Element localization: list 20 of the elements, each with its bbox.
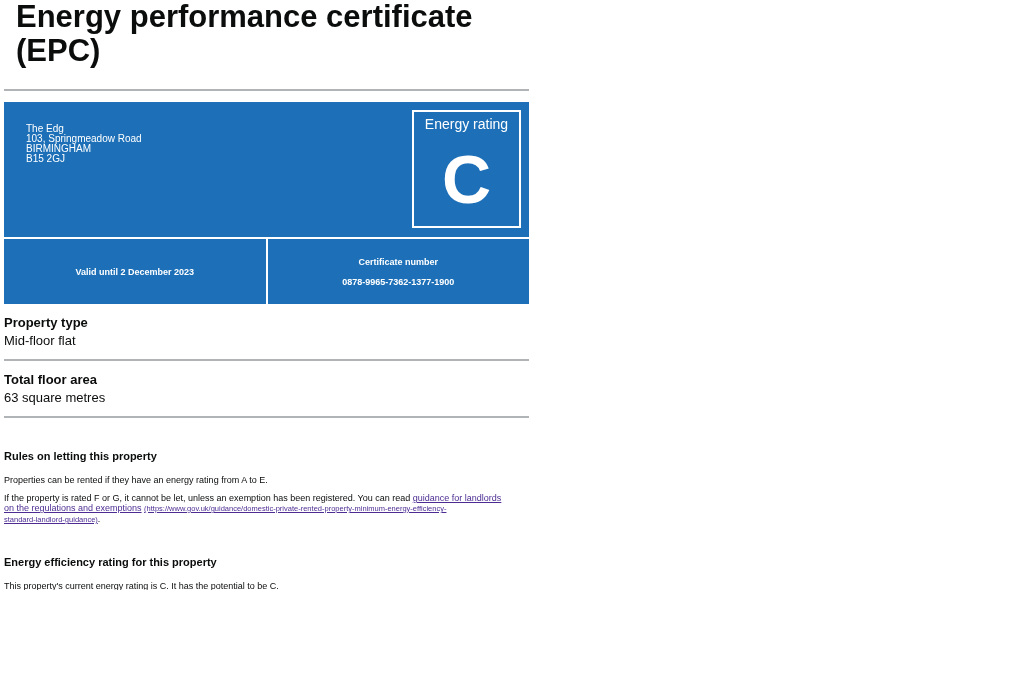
- summary-label: Property type: [4, 314, 89, 332]
- guidance-link[interactable]: on the regulations and exemptions: [4, 503, 142, 513]
- summary-value: 63 square metres: [4, 389, 107, 407]
- paragraph: Properties can be rented if they have an energy rating from A to E.: [4, 475, 269, 485]
- section-heading: Energy efficiency rating for this property: [4, 555, 218, 569]
- address-line: B15 2GJ: [26, 154, 66, 164]
- guidance-link[interactable]: guidance for landlords: [412, 493, 502, 503]
- valid-until-text: Valid until 2 December 2023: [75, 266, 195, 277]
- rating-letter: C: [441, 144, 492, 214]
- paragraph: This property's current energy rating is C. It has the potential to be C.: [4, 581, 280, 590]
- address-line: BIRMINGHAM: [26, 144, 91, 154]
- address-line: The Edg: [26, 124, 65, 134]
- rating-label: Energy rating: [424, 116, 509, 132]
- summary-label: Total floor area: [4, 371, 98, 389]
- certificate-number: 0878-9965-7362-1377-1900: [342, 276, 455, 287]
- summary-value: Mid-floor flat: [4, 332, 77, 350]
- page-title: Energy performance certificate (EPC): [16, 0, 474, 68]
- section-heading: Rules on letting this property: [4, 449, 158, 463]
- certificate-label: Certificate number: [358, 256, 438, 267]
- address-line: 103, Springmeadow Road: [26, 134, 142, 144]
